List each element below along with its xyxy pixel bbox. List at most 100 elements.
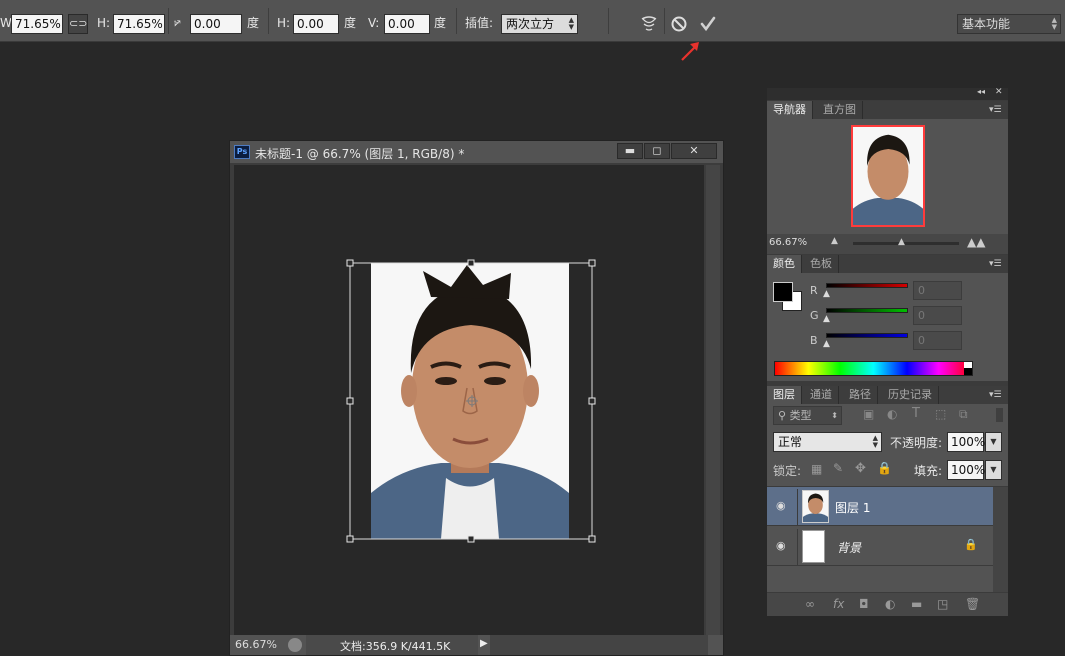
- dock-close-icon[interactable]: ✕: [995, 87, 1003, 97]
- channel-r-slider[interactable]: [826, 283, 908, 288]
- channel-g-slider[interactable]: [826, 308, 908, 313]
- layer-row[interactable]: ◉ 图层 1: [767, 487, 993, 526]
- new-layer-icon[interactable]: ◳: [937, 597, 948, 611]
- interpolation-select[interactable]: 两次立方 ▲ ▼: [501, 14, 578, 34]
- layer-filter-select[interactable]: ⚲ 类型 ⬍: [773, 406, 842, 425]
- filter-shape-icon[interactable]: ⬚: [935, 407, 946, 421]
- channel-g-input[interactable]: 0: [913, 306, 962, 325]
- panel-menu-icon[interactable]: ▾☰: [989, 255, 1002, 273]
- fill-dropdown-icon[interactable]: ▼: [985, 460, 1002, 480]
- layer-thumbnail: [802, 490, 829, 523]
- fill-input[interactable]: 100%: [947, 460, 985, 480]
- navigator-preview[interactable]: [851, 125, 925, 227]
- status-info-box[interactable]: 文档:356.9 K/441.5K: [306, 635, 478, 655]
- channel-b-slider[interactable]: [826, 333, 908, 338]
- canvas-area[interactable]: [234, 165, 704, 637]
- tab-color[interactable]: 颜色: [767, 255, 802, 273]
- dock-header: ◂◂ ✕: [767, 87, 1008, 100]
- zoom-out-icon[interactable]: ▲: [831, 236, 838, 246]
- link-layers-icon[interactable]: ∞: [805, 597, 815, 611]
- zoom-slider[interactable]: [853, 242, 959, 245]
- lock-icon: 🔒: [964, 538, 978, 551]
- collapse-icon[interactable]: ◂◂: [977, 87, 985, 96]
- panel-dock: ◂◂ ✕ 导航器 直方图 ▾☰ 66.67% ▲ ▲ ▲▲ 颜色 色板 ▾☰ R…: [767, 87, 1008, 616]
- link-icon[interactable]: ⊂⊃: [68, 14, 88, 34]
- width-field[interactable]: 71.65%: [11, 14, 63, 34]
- tab-history[interactable]: 历史记录: [882, 386, 939, 404]
- vskew-field[interactable]: 0.00: [384, 14, 430, 34]
- close-button[interactable]: ✕: [671, 143, 717, 159]
- navigator-thumbnail: [853, 127, 923, 225]
- layer-name[interactable]: 图层 1: [835, 499, 870, 516]
- panel-menu-icon[interactable]: ▾☰: [989, 386, 1002, 404]
- slider-thumb-icon[interactable]: ▲: [823, 289, 830, 299]
- workspace-select[interactable]: 基本功能 ▲ ▼: [957, 14, 1061, 34]
- slider-thumb-icon[interactable]: ▲: [823, 314, 830, 324]
- opacity-dropdown-icon[interactable]: ▼: [985, 432, 1002, 452]
- tab-channels[interactable]: 通道: [804, 386, 839, 404]
- layer-mask-icon[interactable]: ◘: [859, 597, 869, 611]
- maximize-button[interactable]: ◻: [644, 143, 670, 159]
- channel-b-input[interactable]: 0: [913, 331, 962, 350]
- blend-mode-select[interactable]: 正常 ▲ ▼: [773, 432, 882, 452]
- tab-swatches[interactable]: 色板: [804, 255, 839, 273]
- foreground-color-swatch[interactable]: [773, 282, 793, 302]
- divider: [608, 8, 609, 34]
- lock-image-icon[interactable]: ✎: [833, 461, 843, 475]
- filter-pixel-icon[interactable]: ▣: [863, 407, 874, 421]
- filter-smart-object-icon[interactable]: ⧉: [959, 407, 968, 422]
- angle-field[interactable]: 0.00: [190, 14, 242, 34]
- slider-thumb-icon[interactable]: ▲: [823, 339, 830, 349]
- navigator-zoom[interactable]: 66.67%: [769, 237, 807, 248]
- select-arrows-icon: ▲ ▼: [568, 16, 574, 31]
- opacity-input[interactable]: 100%: [947, 432, 985, 452]
- filter-adjustment-icon[interactable]: ◐: [887, 407, 897, 421]
- document-size-info: 文档:356.9 K/441.5K: [340, 640, 451, 653]
- tab-histogram[interactable]: 直方图: [817, 101, 863, 119]
- status-zoom[interactable]: 66.67%: [235, 638, 277, 651]
- cancel-transform-icon[interactable]: [670, 15, 688, 33]
- adjustment-layer-icon[interactable]: ◐: [885, 597, 895, 611]
- eye-icon[interactable]: ◉: [776, 499, 786, 512]
- minimize-button[interactable]: ▬: [617, 143, 643, 159]
- new-group-icon[interactable]: ▬: [911, 597, 922, 611]
- black-swatch[interactable]: [964, 368, 972, 375]
- status-info-icon[interactable]: [288, 638, 302, 652]
- vertical-scrollbar[interactable]: [706, 165, 720, 637]
- lock-transparent-icon[interactable]: ▦: [811, 462, 822, 476]
- layers-footer: ∞ fx ◘ ◐ ▬ ◳ 🗑: [767, 592, 1008, 616]
- tab-layers[interactable]: 图层: [767, 386, 802, 404]
- channel-g-label: G: [810, 309, 819, 322]
- commit-transform-icon[interactable]: [699, 15, 717, 33]
- channel-r-input[interactable]: 0: [913, 281, 962, 300]
- filter-toggle[interactable]: [996, 408, 1003, 422]
- delete-layer-icon[interactable]: 🗑: [965, 597, 980, 611]
- lock-all-icon[interactable]: 🔒: [877, 461, 892, 475]
- layer-name[interactable]: 背景: [837, 539, 861, 556]
- horizontal-scrollbar[interactable]: [490, 635, 708, 655]
- tab-paths[interactable]: 路径: [843, 386, 878, 404]
- hskew-field[interactable]: 0.00: [293, 14, 339, 34]
- lock-position-icon[interactable]: ✥: [855, 461, 866, 476]
- annotation-arrow-icon: [681, 42, 699, 61]
- transform-bounding-box[interactable]: [344, 259, 600, 543]
- zoom-slider-thumb[interactable]: ▲: [898, 237, 905, 247]
- panel-menu-icon[interactable]: ▾☰: [989, 101, 1002, 119]
- layer-list-scrollbar[interactable]: [993, 487, 1008, 593]
- document-titlebar[interactable]: Ps 未标题-1 @ 66.7% (图层 1, RGB/8) * ▬ ◻ ✕: [230, 141, 723, 163]
- warp-icon[interactable]: [639, 14, 659, 34]
- status-menu-arrow-icon[interactable]: ▶: [480, 638, 488, 649]
- zoom-in-icon[interactable]: ▲▲: [967, 235, 985, 249]
- eye-icon[interactable]: ◉: [776, 539, 786, 552]
- height-field[interactable]: 71.65%: [113, 14, 165, 34]
- color-tabbar: 颜色 色板 ▾☰: [767, 255, 1008, 273]
- filter-type-icon[interactable]: T: [912, 406, 920, 421]
- layer-row[interactable]: ◉ 背景 🔒: [767, 527, 993, 566]
- color-spectrum-ramp[interactable]: [774, 361, 973, 376]
- tab-navigator[interactable]: 导航器: [767, 101, 813, 119]
- search-icon: ⚲: [778, 409, 790, 422]
- divider: [797, 489, 798, 525]
- document-status-bar: 66.67% 文档:356.9 K/441.5K ▶: [230, 635, 723, 655]
- layer-style-icon[interactable]: fx: [833, 597, 844, 611]
- channel-b-label: B: [810, 334, 818, 347]
